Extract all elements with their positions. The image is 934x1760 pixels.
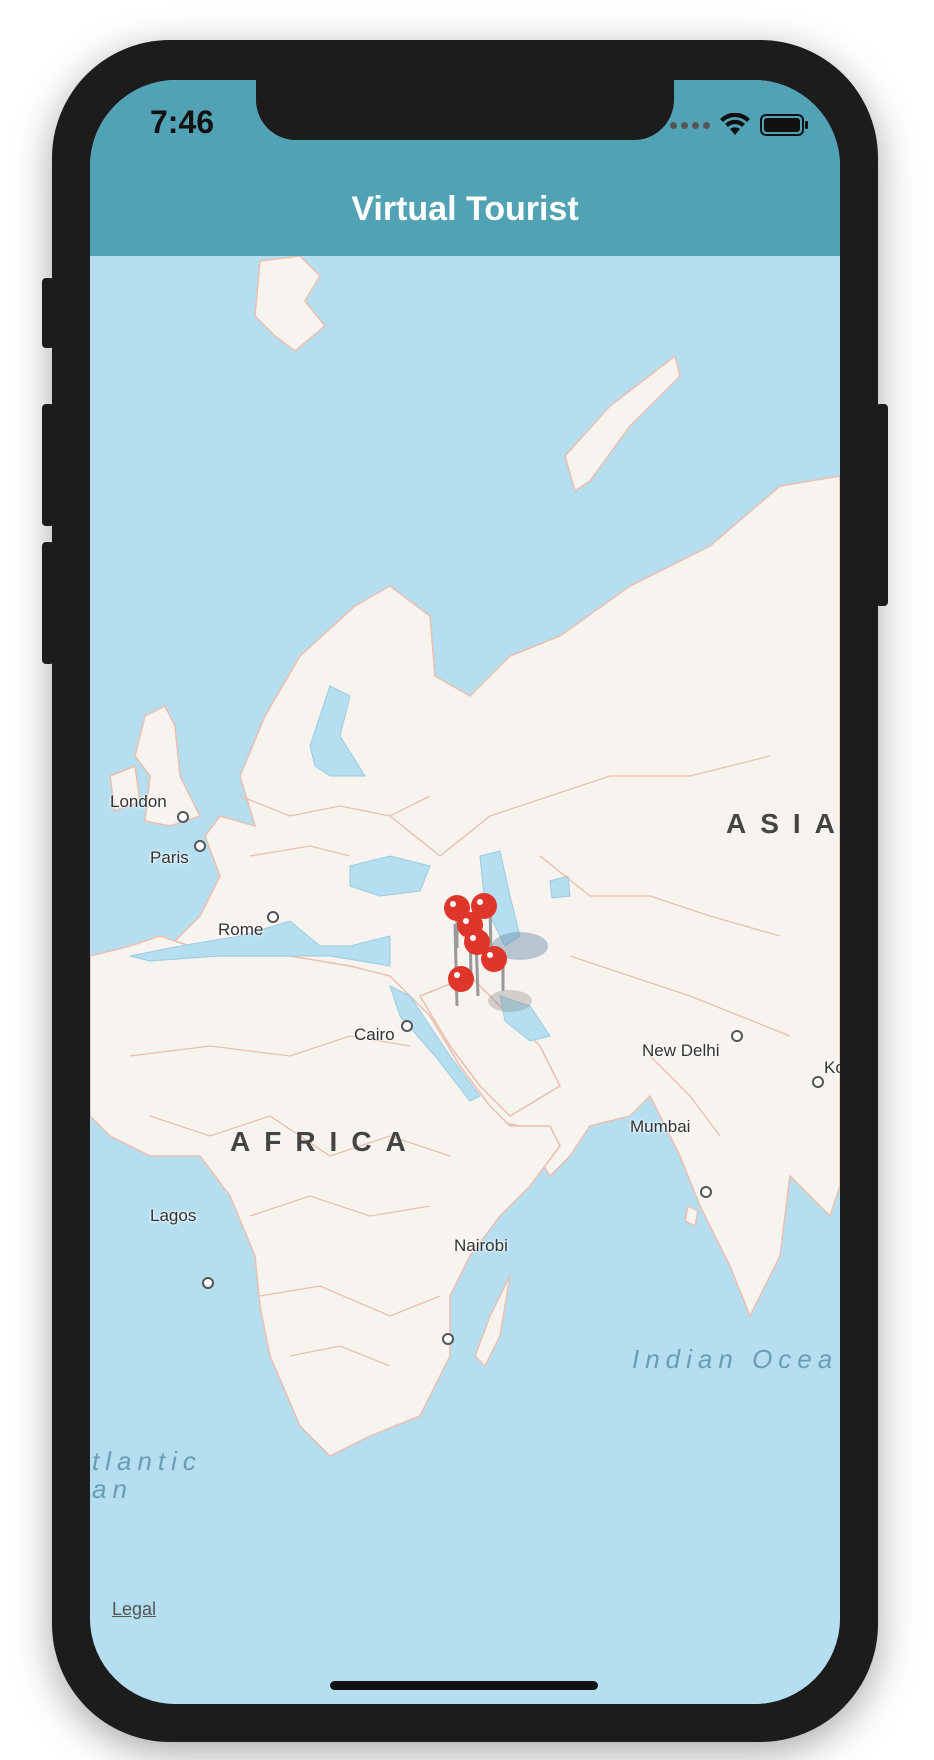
ocean-label-atlantic-1: tlantic [92, 1446, 202, 1476]
map-view[interactable]: London Paris Rome Cairo New Delhi Mumbai… [90, 256, 840, 1704]
legal-link[interactable]: Legal [112, 1599, 156, 1620]
volume-down-button [42, 542, 54, 664]
map-canvas[interactable] [90, 256, 840, 1704]
city-label-lagos: Lagos [150, 1206, 197, 1225]
wifi-icon [720, 113, 750, 135]
region-label-africa: AFRICA [230, 1126, 420, 1157]
ocean-label-atlantic-2: an [92, 1474, 133, 1504]
city-label-mumbai: Mumbai [630, 1117, 691, 1136]
city-label-cairo: Cairo [354, 1025, 395, 1044]
city-label-kolkata: Ko [824, 1058, 840, 1077]
power-button [876, 404, 888, 606]
notch [256, 80, 674, 140]
map-pin[interactable] [481, 946, 507, 972]
battery-icon [760, 114, 808, 136]
page-title: Virtual Tourist [351, 190, 579, 228]
city-label-london: London [110, 792, 167, 811]
status-time: 7:46 [150, 104, 215, 140]
ocean-label-indian: Indian Ocea [632, 1344, 839, 1374]
region-label-asia: ASIA [726, 808, 840, 839]
volume-up-button [42, 404, 54, 526]
signal-dots-icon [670, 121, 710, 129]
home-indicator[interactable] [330, 1681, 598, 1690]
map-pin[interactable] [448, 966, 474, 992]
silent-switch [42, 278, 54, 348]
screen: London Paris Rome Cairo New Delhi Mumbai… [90, 80, 840, 1704]
city-label-new-delhi: New Delhi [642, 1041, 720, 1060]
city-label-rome: Rome [218, 920, 264, 939]
city-label-paris: Paris [150, 848, 189, 867]
status-icons [670, 112, 810, 138]
city-label-nairobi: Nairobi [454, 1236, 508, 1255]
